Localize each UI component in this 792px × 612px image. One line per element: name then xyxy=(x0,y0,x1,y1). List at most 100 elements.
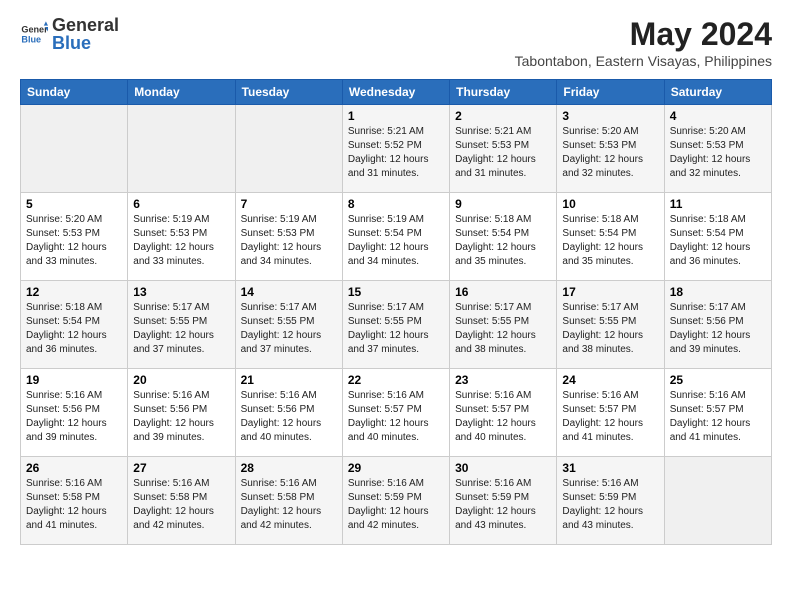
calendar-day-cell: 14Sunrise: 5:17 AM Sunset: 5:55 PM Dayli… xyxy=(235,281,342,369)
day-info: Sunrise: 5:17 AM Sunset: 5:55 PM Dayligh… xyxy=(562,301,658,357)
day-info: Sunrise: 5:16 AM Sunset: 5:56 PM Dayligh… xyxy=(26,389,122,445)
day-of-week-header: Friday xyxy=(557,80,664,105)
day-number: 15 xyxy=(348,285,444,299)
day-number: 23 xyxy=(455,373,551,387)
logo-general-text: General xyxy=(52,16,119,34)
calendar-day-cell: 23 Sunrise: 5:16 AM Sunset: 5:57 PM Dayli… xyxy=(450,369,557,457)
day-of-week-header: Wednesday xyxy=(342,80,449,105)
day-info: Sunrise: 5:16 AM Sunset: 5:58 PM Dayligh… xyxy=(241,477,337,533)
day-info: Sunrise: 5:21 AM Sunset: 5:52 PM Dayligh… xyxy=(348,125,444,181)
calendar-day-cell: 16Sunrise: 5:17 AM Sunset: 5:55 PM Dayli… xyxy=(450,281,557,369)
day-number: 19 xyxy=(26,373,122,387)
day-info: Sunrise: 5:16 AM Sunset: 5:59 PM Dayligh… xyxy=(348,477,444,533)
day-number: 11 xyxy=(670,197,766,211)
days-of-week-row: SundayMondayTuesdayWednesdayThursdayFrid… xyxy=(21,80,772,105)
day-number: 17 xyxy=(562,285,658,299)
day-number: 25 xyxy=(670,373,766,387)
day-number: 18 xyxy=(670,285,766,299)
calendar-day-cell: 24Sunrise: 5:16 AM Sunset: 5:57 PM Dayli… xyxy=(557,369,664,457)
calendar-day-cell: 19 Sunrise: 5:16 AM Sunset: 5:56 PM Dayli… xyxy=(21,369,128,457)
svg-text:Blue: Blue xyxy=(21,34,41,44)
calendar-day-cell: 17 Sunrise: 5:17 AM Sunset: 5:55 PM Dayli… xyxy=(557,281,664,369)
calendar-week-row: 5 Sunrise: 5:20 AM Sunset: 5:53 PM Daylig… xyxy=(21,193,772,281)
day-of-week-header: Saturday xyxy=(664,80,771,105)
day-info: Sunrise: 5:16 AM Sunset: 5:56 PM Dayligh… xyxy=(133,389,229,445)
calendar-day-cell: 10 Sunrise: 5:18 AM Sunset: 5:54 PM Dayli… xyxy=(557,193,664,281)
calendar-week-row: 12 Sunrise: 5:18 AM Sunset: 5:54 PM Dayli… xyxy=(21,281,772,369)
day-of-week-header: Monday xyxy=(128,80,235,105)
day-info: Sunrise: 5:16 AM Sunset: 5:58 PM Dayligh… xyxy=(26,477,122,533)
calendar-table: SundayMondayTuesdayWednesdayThursdayFrid… xyxy=(20,79,772,545)
day-number: 10 xyxy=(562,197,658,211)
day-number: 7 xyxy=(241,197,337,211)
header: General Blue General Blue May 2024 Tabon… xyxy=(20,16,772,69)
day-info: Sunrise: 5:17 AM Sunset: 5:55 PM Dayligh… xyxy=(348,301,444,357)
calendar-day-cell: 15 Sunrise: 5:17 AM Sunset: 5:55 PM Dayli… xyxy=(342,281,449,369)
calendar-day-cell: 26 Sunrise: 5:16 AM Sunset: 5:58 PM Dayli… xyxy=(21,457,128,545)
day-info: Sunrise: 5:18 AM Sunset: 5:54 PM Dayligh… xyxy=(670,213,766,269)
day-number: 30 xyxy=(455,461,551,475)
calendar-day-cell: 28Sunrise: 5:16 AM Sunset: 5:58 PM Dayli… xyxy=(235,457,342,545)
calendar-day-cell: 27 Sunrise: 5:16 AM Sunset: 5:58 PM Dayli… xyxy=(128,457,235,545)
logo: General Blue General Blue xyxy=(20,16,119,52)
calendar-day-cell: 30Sunrise: 5:16 AM Sunset: 5:59 PM Dayli… xyxy=(450,457,557,545)
calendar-day-cell: 20 Sunrise: 5:16 AM Sunset: 5:56 PM Dayli… xyxy=(128,369,235,457)
day-number: 6 xyxy=(133,197,229,211)
day-info: Sunrise: 5:16 AM Sunset: 5:57 PM Dayligh… xyxy=(455,389,551,445)
day-of-week-header: Sunday xyxy=(21,80,128,105)
calendar-day-cell: 7Sunrise: 5:19 AM Sunset: 5:53 PM Daylig… xyxy=(235,193,342,281)
day-number: 21 xyxy=(241,373,337,387)
location: Tabontabon, Eastern Visayas, Philippines xyxy=(515,53,772,69)
day-info: Sunrise: 5:20 AM Sunset: 5:53 PM Dayligh… xyxy=(670,125,766,181)
calendar-day-cell: 2Sunrise: 5:21 AM Sunset: 5:53 PM Daylig… xyxy=(450,105,557,193)
day-info: Sunrise: 5:16 AM Sunset: 5:57 PM Dayligh… xyxy=(348,389,444,445)
calendar-week-row: 26 Sunrise: 5:16 AM Sunset: 5:58 PM Dayli… xyxy=(21,457,772,545)
day-info: Sunrise: 5:17 AM Sunset: 5:55 PM Dayligh… xyxy=(241,301,337,357)
calendar-day-cell xyxy=(235,105,342,193)
day-number: 1 xyxy=(348,109,444,123)
calendar-body: 1 Sunrise: 5:21 AM Sunset: 5:52 PM Daylig… xyxy=(21,105,772,545)
svg-text:General: General xyxy=(21,25,48,35)
calendar-day-cell: 13Sunrise: 5:17 AM Sunset: 5:55 PM Dayli… xyxy=(128,281,235,369)
calendar-day-cell: 11 Sunrise: 5:18 AM Sunset: 5:54 PM Dayli… xyxy=(664,193,771,281)
calendar-day-cell xyxy=(128,105,235,193)
calendar-day-cell: 9 Sunrise: 5:18 AM Sunset: 5:54 PM Daylig… xyxy=(450,193,557,281)
calendar-day-cell: 18Sunrise: 5:17 AM Sunset: 5:56 PM Dayli… xyxy=(664,281,771,369)
day-number: 22 xyxy=(348,373,444,387)
calendar-day-cell: 25Sunrise: 5:16 AM Sunset: 5:57 PM Dayli… xyxy=(664,369,771,457)
day-info: Sunrise: 5:18 AM Sunset: 5:54 PM Dayligh… xyxy=(455,213,551,269)
day-number: 9 xyxy=(455,197,551,211)
day-number: 5 xyxy=(26,197,122,211)
day-number: 12 xyxy=(26,285,122,299)
day-of-week-header: Thursday xyxy=(450,80,557,105)
day-info: Sunrise: 5:17 AM Sunset: 5:55 PM Dayligh… xyxy=(133,301,229,357)
day-number: 24 xyxy=(562,373,658,387)
day-info: Sunrise: 5:20 AM Sunset: 5:53 PM Dayligh… xyxy=(26,213,122,269)
month-year: May 2024 xyxy=(515,16,772,53)
calendar-week-row: 1 Sunrise: 5:21 AM Sunset: 5:52 PM Daylig… xyxy=(21,105,772,193)
calendar-day-cell xyxy=(21,105,128,193)
calendar-day-cell: 5 Sunrise: 5:20 AM Sunset: 5:53 PM Daylig… xyxy=(21,193,128,281)
calendar-day-cell: 1 Sunrise: 5:21 AM Sunset: 5:52 PM Daylig… xyxy=(342,105,449,193)
calendar-week-row: 19 Sunrise: 5:16 AM Sunset: 5:56 PM Dayli… xyxy=(21,369,772,457)
calendar-day-cell: 29Sunrise: 5:16 AM Sunset: 5:59 PM Dayli… xyxy=(342,457,449,545)
day-info: Sunrise: 5:21 AM Sunset: 5:53 PM Dayligh… xyxy=(455,125,551,181)
day-info: Sunrise: 5:16 AM Sunset: 5:59 PM Dayligh… xyxy=(562,477,658,533)
day-number: 16 xyxy=(455,285,551,299)
day-info: Sunrise: 5:18 AM Sunset: 5:54 PM Dayligh… xyxy=(562,213,658,269)
calendar-day-cell: 21Sunrise: 5:16 AM Sunset: 5:56 PM Dayli… xyxy=(235,369,342,457)
calendar-day-cell: 8 Sunrise: 5:19 AM Sunset: 5:54 PM Daylig… xyxy=(342,193,449,281)
day-number: 8 xyxy=(348,197,444,211)
calendar-day-cell: 31 Sunrise: 5:16 AM Sunset: 5:59 PM Dayli… xyxy=(557,457,664,545)
day-number: 26 xyxy=(26,461,122,475)
day-info: Sunrise: 5:18 AM Sunset: 5:54 PM Dayligh… xyxy=(26,301,122,357)
day-number: 31 xyxy=(562,461,658,475)
calendar-day-cell: 3Sunrise: 5:20 AM Sunset: 5:53 PM Daylig… xyxy=(557,105,664,193)
day-number: 27 xyxy=(133,461,229,475)
calendar-day-cell xyxy=(664,457,771,545)
day-info: Sunrise: 5:19 AM Sunset: 5:54 PM Dayligh… xyxy=(348,213,444,269)
day-info: Sunrise: 5:16 AM Sunset: 5:58 PM Dayligh… xyxy=(133,477,229,533)
calendar-day-cell: 12 Sunrise: 5:18 AM Sunset: 5:54 PM Dayli… xyxy=(21,281,128,369)
day-number: 20 xyxy=(133,373,229,387)
day-number: 3 xyxy=(562,109,658,123)
